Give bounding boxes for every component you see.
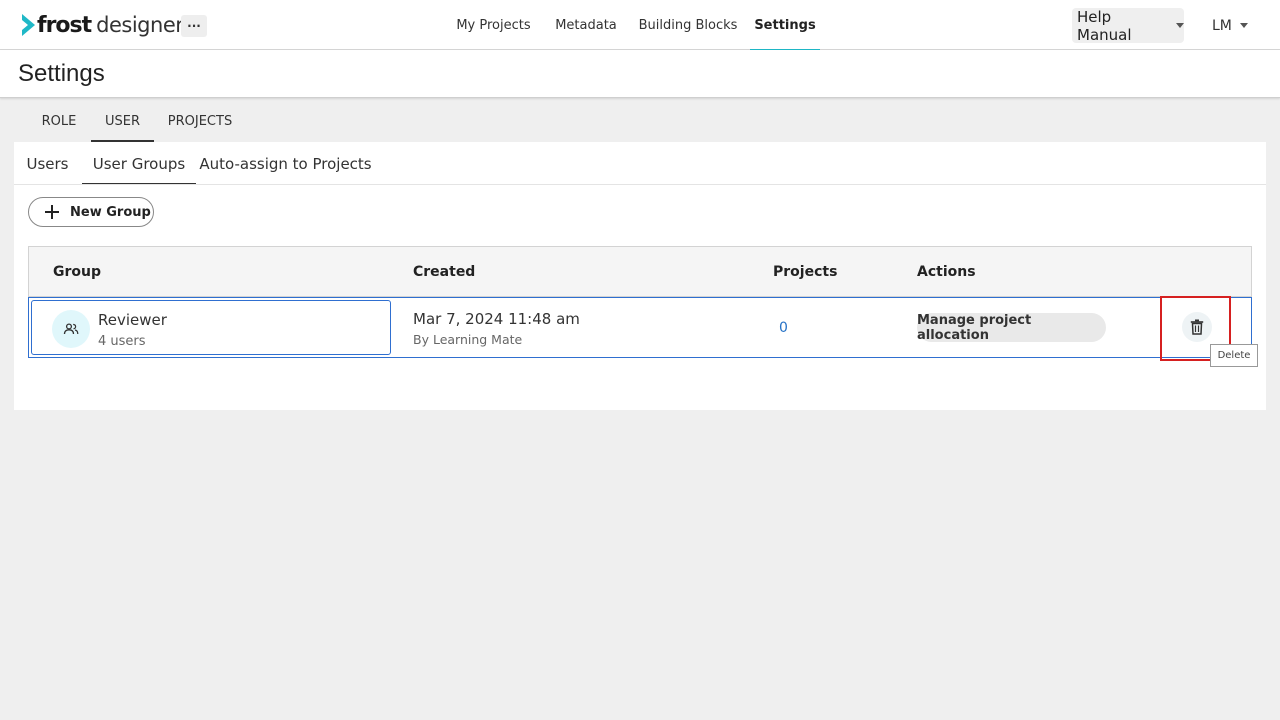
help-manual-dropdown[interactable]: Help Manual	[1072, 7, 1184, 44]
caret-down-icon	[1239, 23, 1248, 28]
subtab-user-groups[interactable]: User Groups	[82, 142, 196, 185]
new-group-button[interactable]: New Group	[28, 197, 154, 227]
more-options-button[interactable]: ···	[181, 15, 207, 37]
subtab-auto-assign[interactable]: Auto-assign to Projects	[197, 142, 374, 185]
new-group-label: New Group	[70, 204, 151, 220]
nav-metadata[interactable]: Metadata	[550, 0, 622, 50]
caret-down-icon	[1176, 23, 1184, 28]
tab-role[interactable]: ROLE	[30, 100, 88, 142]
column-header-actions: Actions	[917, 264, 976, 280]
table-header: Group Created Projects Actions	[29, 247, 1251, 297]
created-date: Mar 7, 2024 11:48 am	[413, 310, 580, 328]
tab-user[interactable]: USER	[91, 100, 154, 142]
manage-project-allocation-button[interactable]: Manage project allocation	[917, 313, 1106, 343]
page-header: Settings	[0, 50, 1280, 98]
projects-count-link[interactable]: 0	[779, 320, 788, 336]
user-groups-card: Users User Groups Auto-assign to Project…	[14, 142, 1266, 410]
app-logo[interactable]: frost designer	[20, 10, 184, 40]
column-header-created: Created	[413, 264, 476, 280]
nav-building-blocks[interactable]: Building Blocks	[637, 0, 739, 50]
help-manual-label: Help Manual	[1077, 7, 1132, 44]
plus-icon	[45, 205, 59, 219]
tab-projects[interactable]: PROJECTS	[160, 100, 240, 142]
created-by: By Learning Mate	[413, 332, 523, 347]
logo-word-frost: frost	[37, 12, 92, 38]
user-menu[interactable]: LM	[1212, 8, 1248, 43]
group-avatar	[52, 310, 90, 348]
column-header-projects: Projects	[773, 264, 838, 280]
group-icon	[63, 323, 79, 335]
top-navbar: frost designer ··· My Projects Metadata …	[0, 0, 1280, 51]
group-cell[interactable]: Reviewer 4 users	[31, 300, 391, 355]
user-initials: LM	[1212, 17, 1232, 34]
page-title: Settings	[18, 60, 105, 87]
groups-table: Group Created Projects Actions Reviewer …	[28, 246, 1252, 358]
subtabs-divider	[14, 184, 1266, 185]
chevron-right-icon	[22, 14, 35, 36]
delete-tooltip: Delete	[1210, 344, 1258, 367]
column-header-group: Group	[53, 264, 102, 280]
group-member-count: 4 users	[98, 334, 146, 349]
nav-my-projects[interactable]: My Projects	[452, 0, 535, 50]
subtab-users[interactable]: Users	[14, 142, 81, 185]
group-name: Reviewer	[98, 311, 167, 329]
logo-word-designer: designer	[96, 13, 184, 37]
table-row[interactable]: Reviewer 4 users Mar 7, 2024 11:48 am By…	[28, 297, 1252, 358]
nav-settings[interactable]: Settings	[750, 0, 820, 51]
